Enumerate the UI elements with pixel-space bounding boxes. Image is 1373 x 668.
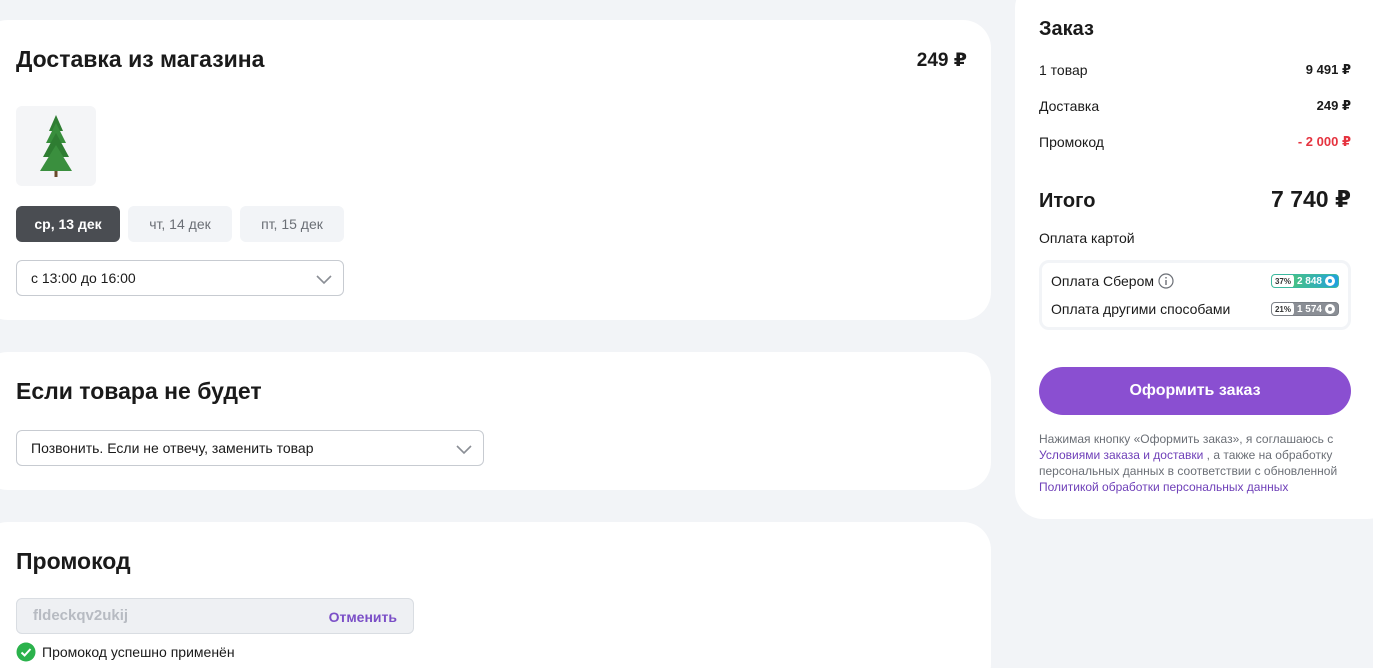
order-items-label: 1 товар: [1039, 62, 1088, 78]
privacy-policy-link[interactable]: Политикой обработки персональных данных: [1039, 480, 1288, 494]
delivery-terms-link[interactable]: Условиями заказа и доставки: [1039, 448, 1203, 462]
chevron-down-icon: [316, 275, 332, 285]
delivery-title: Доставка из магазина: [16, 46, 265, 72]
order-promo-label: Промокод: [1039, 134, 1104, 150]
legal-text: Нажимая кнопку «Оформить заказ», я согла…: [1039, 431, 1339, 495]
order-total-value: 7 740 ₽: [1271, 186, 1351, 212]
date-chip-1[interactable]: ср, 13 дек: [16, 206, 120, 242]
order-summary-card: Заказ 1 товар 9 491 ₽ Доставка 249 ₽ Про…: [1015, 0, 1373, 519]
order-items-value: 9 491 ₽: [1305, 62, 1351, 77]
payment-sber-label: Оплата Сбером: [1051, 273, 1155, 289]
payment-options: Оплата Сбером 37% 2 848 Оплата другими с…: [1039, 260, 1351, 330]
other-bonus-amount: 1 574: [1296, 303, 1322, 315]
time-slot-select[interactable]: с 13:00 до 16:00: [16, 260, 344, 296]
time-slot-value: с 13:00 до 16:00: [31, 270, 136, 286]
chevron-down-icon: [456, 445, 472, 455]
delivery-card: Доставка из магазина 249 ₽ ср, 13 дек чт…: [0, 20, 991, 320]
promo-success-message: Промокод успешно применён: [16, 642, 235, 662]
order-total-row: Итого 7 740 ₽: [1039, 186, 1351, 213]
info-icon[interactable]: [1158, 273, 1174, 289]
legal-prefix: Нажимая кнопку «Оформить заказ», я согла…: [1039, 432, 1334, 446]
missing-item-select[interactable]: Позвонить. Если не отвечу, заменить това…: [16, 430, 484, 466]
order-total-label: Итого: [1039, 190, 1096, 212]
sber-bonus-badge: 37% 2 848: [1270, 274, 1339, 288]
missing-item-card: Если товара не будет Позвонить. Если не …: [0, 352, 991, 490]
check-circle-icon: [16, 642, 36, 662]
order-promo-row: Промокод - 2 000 ₽: [1039, 134, 1351, 150]
promo-card: Промокод Отменить Промокод успешно приме…: [0, 522, 991, 668]
order-items-row: 1 товар 9 491 ₽: [1039, 62, 1351, 78]
order-delivery-value: 249 ₽: [1316, 98, 1351, 113]
promo-input[interactable]: [33, 607, 283, 624]
sber-bonus-amount: 2 848: [1296, 275, 1322, 287]
christmas-tree-icon: [40, 115, 72, 177]
promo-cancel-button[interactable]: Отменить: [329, 609, 397, 625]
delivery-price: 249 ₽: [916, 50, 967, 71]
date-chip-3[interactable]: пт, 15 дек: [240, 206, 344, 242]
place-order-button[interactable]: Оформить заказ: [1039, 367, 1351, 415]
bonus-coin-icon: [1325, 304, 1335, 314]
date-chip-2[interactable]: чт, 14 дек: [128, 206, 232, 242]
promo-field: Отменить: [16, 598, 414, 634]
order-title: Заказ: [1039, 18, 1094, 40]
missing-item-title: Если товара не будет: [16, 378, 262, 404]
bonus-coin-icon: [1325, 276, 1335, 286]
order-promo-value: - 2 000 ₽: [1297, 134, 1351, 149]
order-delivery-row: Доставка 249 ₽: [1039, 98, 1351, 114]
product-thumbnail[interactable]: [16, 106, 96, 186]
order-delivery-label: Доставка: [1039, 98, 1100, 114]
payment-caption: Оплата картой: [1039, 230, 1135, 246]
payment-option-sber[interactable]: Оплата Сбером 37% 2 848: [1051, 273, 1339, 289]
payment-option-other[interactable]: Оплата другими способами 21% 1 574: [1051, 301, 1339, 317]
other-bonus-badge: 21% 1 574: [1270, 302, 1339, 316]
other-bonus-percent: 21%: [1271, 303, 1294, 315]
missing-item-value: Позвонить. Если не отвечу, заменить това…: [31, 440, 314, 456]
payment-other-label: Оплата другими способами: [1051, 301, 1231, 317]
sber-bonus-percent: 37%: [1271, 275, 1294, 287]
promo-title: Промокод: [16, 548, 131, 574]
promo-success-text: Промокод успешно применён: [42, 644, 235, 660]
